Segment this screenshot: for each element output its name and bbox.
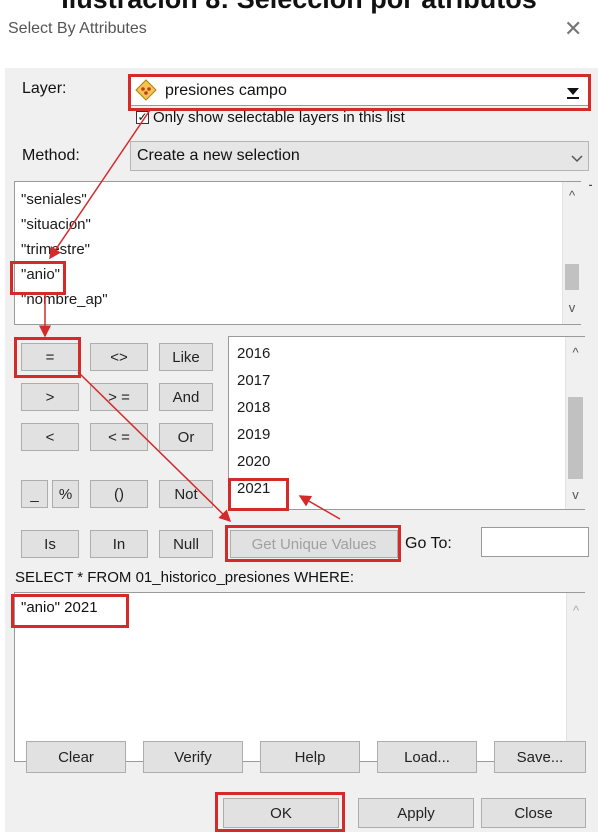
annotation-arrows: [39, 109, 341, 523]
arrow-layer-to-field: [49, 109, 151, 260]
arrow-equals-to-unique: [77, 371, 232, 523]
arrow-unique-to-2021: [298, 495, 341, 520]
